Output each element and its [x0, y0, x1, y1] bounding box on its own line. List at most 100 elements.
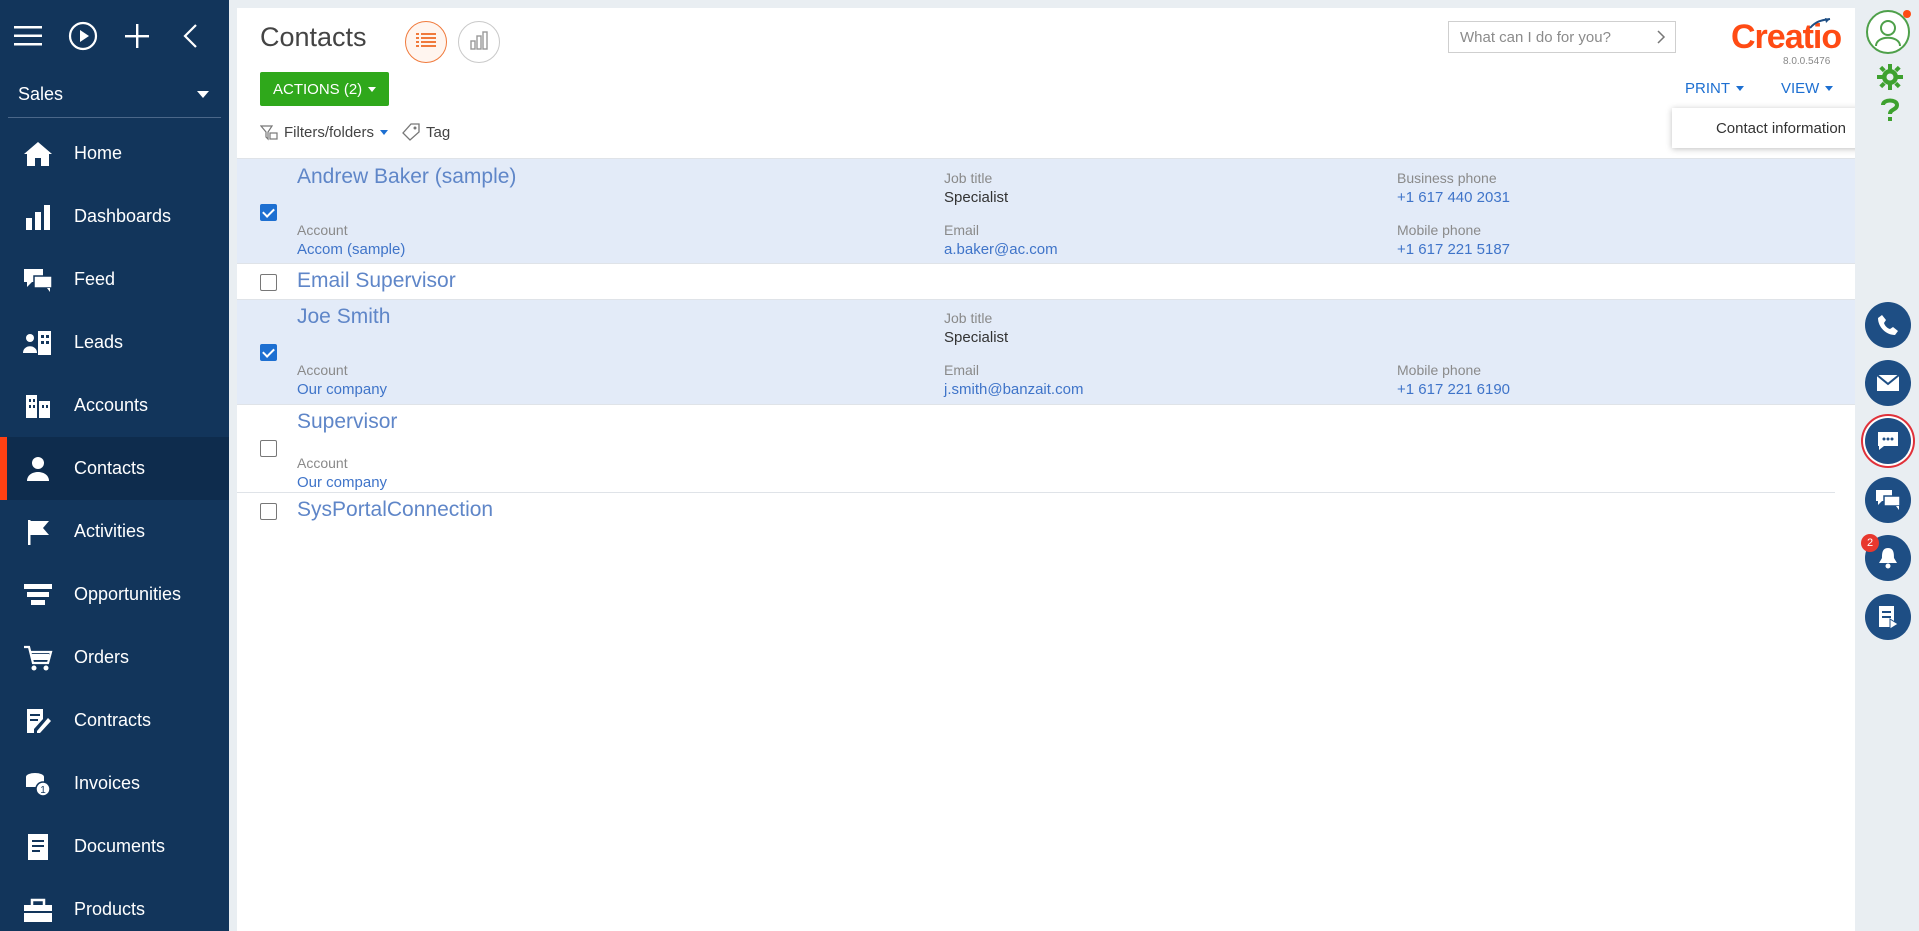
- chat-button[interactable]: [1865, 418, 1911, 464]
- contact-name[interactable]: Email Supervisor: [297, 269, 456, 293]
- products-icon: [22, 894, 54, 926]
- sidebar-item-documents[interactable]: Documents: [0, 815, 229, 878]
- feed-icon: [22, 264, 54, 296]
- sidebar-item-leads[interactable]: Leads: [0, 311, 229, 374]
- row-checkbox[interactable]: [260, 440, 277, 457]
- sidebar-item-label: Accounts: [74, 395, 149, 415]
- user-icon: [1875, 20, 1901, 47]
- sidebar-item-label: Orders: [74, 647, 130, 667]
- phone-button[interactable]: [1865, 302, 1911, 348]
- communication-panel: 2: [1855, 0, 1919, 931]
- row-checkbox[interactable]: [260, 503, 277, 520]
- add-icon[interactable]: [124, 20, 151, 52]
- dashboards-icon: [22, 201, 54, 233]
- chevron-down-icon: [197, 91, 209, 98]
- row-checkbox[interactable]: [260, 344, 277, 361]
- sidebar-item-orders[interactable]: Orders: [0, 626, 229, 689]
- field-label: Job title: [944, 170, 993, 186]
- mobile-phone-link[interactable]: +1 617 221 6190: [1397, 381, 1510, 398]
- sidebar-item-home[interactable]: Home: [0, 122, 229, 185]
- sidebar-item-label: Opportunities: [74, 584, 182, 604]
- sidebar-item-label: Contracts: [74, 710, 152, 730]
- field-label: Email: [944, 222, 980, 238]
- account-link[interactable]: Our company: [297, 474, 387, 491]
- print-button[interactable]: PRINT: [1685, 80, 1744, 97]
- command-search-input[interactable]: [1460, 28, 1640, 46]
- process-log-button[interactable]: [1865, 594, 1911, 640]
- notification-count-badge: 2: [1861, 534, 1879, 552]
- list-item[interactable]: Supervisor Account Our company: [237, 404, 1855, 492]
- contact-name[interactable]: SysPortalConnection: [297, 498, 493, 522]
- logo-swoosh-icon: [1809, 18, 1831, 29]
- tag-icon: [402, 123, 420, 141]
- chevron-right-icon[interactable]: [1656, 29, 1666, 50]
- email-link[interactable]: a.baker@ac.com: [944, 241, 1058, 258]
- menu-item-label: Contact information: [1715, 119, 1847, 137]
- list-item[interactable]: SysPortalConnection: [237, 492, 1835, 528]
- list-view-button[interactable]: [405, 21, 447, 63]
- field-label: Account: [297, 222, 348, 238]
- sidebar-item-invoices[interactable]: 1 Invoices: [0, 752, 229, 815]
- chevron-down-icon: [1825, 86, 1834, 91]
- process-play-icon[interactable]: [68, 20, 98, 52]
- help-icon[interactable]: [1879, 98, 1901, 127]
- collapse-sidebar-icon[interactable]: [177, 20, 204, 52]
- business-phone-link[interactable]: +1 617 440 2031: [1397, 189, 1510, 206]
- analytics-view-button[interactable]: [458, 21, 500, 63]
- filters-folders-button[interactable]: Filters/folders: [260, 124, 389, 141]
- list-item[interactable]: Andrew Baker (sample) Job title Speciali…: [237, 158, 1855, 263]
- command-search: [1448, 21, 1676, 53]
- list-item[interactable]: Email Supervisor: [237, 263, 1855, 299]
- field-label: Job title: [944, 310, 993, 326]
- home-icon: [22, 138, 54, 170]
- account-link[interactable]: Accom (sample): [297, 241, 405, 258]
- version-label: 8.0.0.5476: [1783, 56, 1831, 67]
- settings-gear-icon[interactable]: [1877, 64, 1903, 95]
- email-button[interactable]: [1865, 360, 1911, 406]
- list-item[interactable]: Joe Smith Job title Specialist Account O…: [237, 299, 1855, 404]
- contact-name[interactable]: Andrew Baker (sample): [297, 165, 516, 189]
- accounts-icon: [22, 390, 54, 422]
- feed-button[interactable]: [1865, 477, 1911, 523]
- sidebar-nav: Home Dashboards Feed Leads Accounts Cont…: [0, 122, 229, 931]
- contacts-list: Andrew Baker (sample) Job title Speciali…: [237, 158, 1855, 528]
- sidebar-item-contracts[interactable]: Contracts: [0, 689, 229, 752]
- print-label: PRINT: [1685, 80, 1730, 97]
- row-checkbox[interactable]: [260, 204, 277, 221]
- feed-icon: [1876, 490, 1901, 510]
- sidebar-item-label: Invoices: [74, 773, 141, 793]
- bar-chart-icon: [469, 30, 489, 55]
- field-label: Email: [944, 362, 980, 378]
- sidebar-item-opportunities[interactable]: Opportunities: [0, 563, 229, 626]
- email-link[interactable]: j.smith@banzait.com: [944, 381, 1083, 398]
- contact-name[interactable]: Supervisor: [297, 410, 397, 434]
- mobile-phone-link[interactable]: +1 617 221 5187: [1397, 241, 1510, 258]
- sidebar-item-products[interactable]: Products: [0, 878, 229, 931]
- sidebar-item-label: Feed: [74, 269, 116, 289]
- tag-button[interactable]: Tag: [402, 123, 450, 141]
- menu-icon[interactable]: [14, 20, 42, 52]
- phone-icon: [1878, 315, 1898, 335]
- sidebar-item-label: Contacts: [74, 458, 146, 478]
- svg-text:1: 1: [40, 785, 46, 796]
- contact-name[interactable]: Joe Smith: [297, 305, 390, 329]
- sidebar-item-accounts[interactable]: Accounts: [0, 374, 229, 437]
- sidebar-item-dashboards[interactable]: Dashboards: [0, 185, 229, 248]
- row-checkbox[interactable]: [260, 274, 277, 291]
- bell-icon: [1879, 548, 1897, 569]
- account-link[interactable]: Our company: [297, 381, 387, 398]
- sidebar-item-contacts[interactable]: Contacts: [0, 437, 229, 500]
- status-dot: [1903, 10, 1911, 18]
- tag-label: Tag: [426, 123, 451, 141]
- chevron-down-icon: [368, 86, 377, 92]
- workspace-select[interactable]: Sales: [8, 72, 221, 118]
- field-label: Business phone: [1397, 170, 1497, 186]
- sidebar-item-feed[interactable]: Feed: [0, 248, 229, 311]
- document-play-icon: [1879, 606, 1899, 629]
- documents-icon: [22, 831, 54, 863]
- sidebar-item-label: Activities: [74, 521, 146, 541]
- sidebar-item-activities[interactable]: Activities: [0, 500, 229, 563]
- actions-button[interactable]: ACTIONS (2): [260, 72, 390, 106]
- contracts-icon: [22, 705, 54, 737]
- view-menu-button[interactable]: VIEW: [1781, 80, 1834, 97]
